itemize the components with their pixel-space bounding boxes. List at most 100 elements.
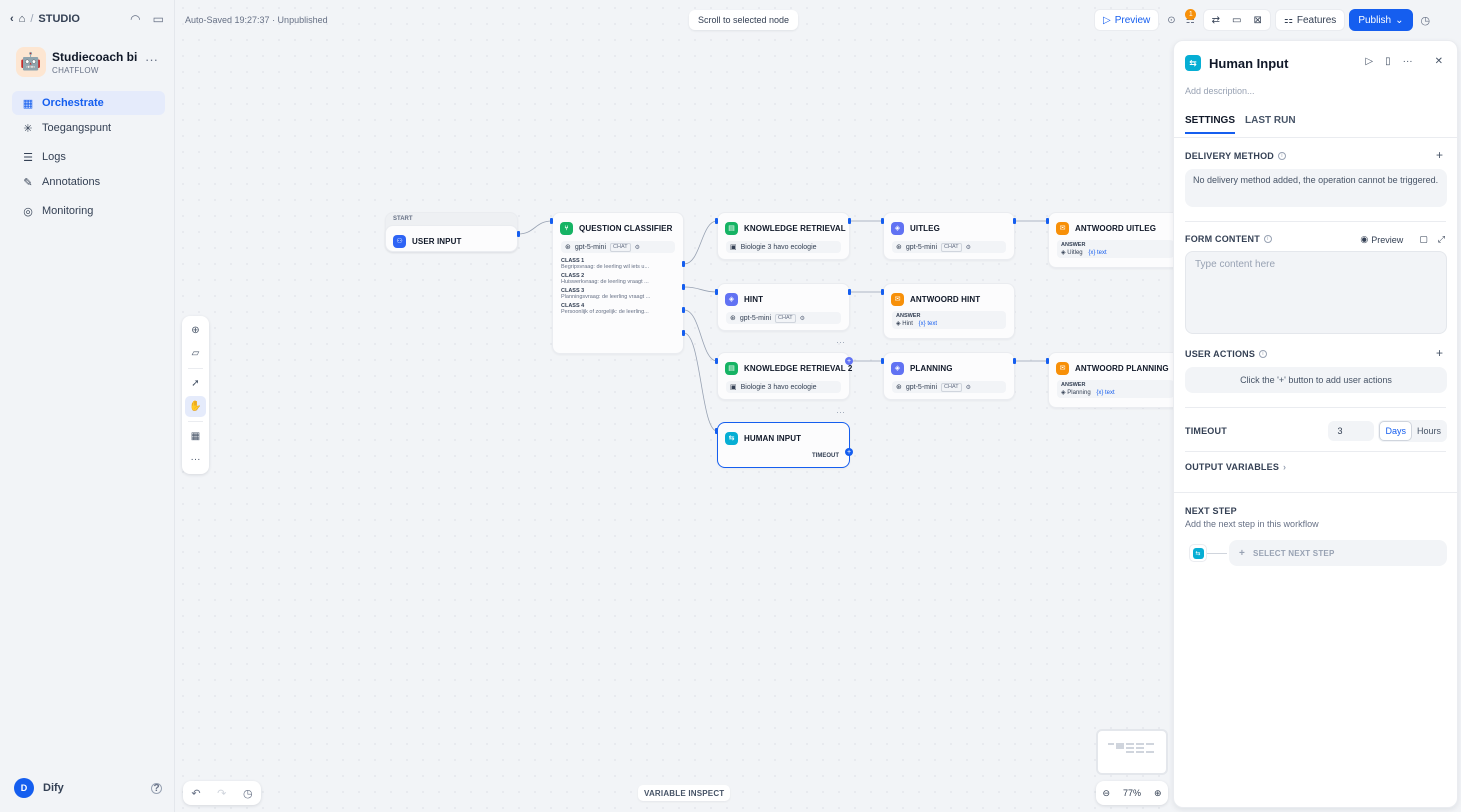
node-handle[interactable] [715,428,718,434]
publish-button[interactable]: Publish ⌄ [1349,9,1413,31]
back-chevron-icon[interactable]: ‹ [10,13,14,25]
node-antwoord-uitleg[interactable]: ✉ ANTWOORD UITLEG ANSWER ◈ Uitleg {x} te… [1048,212,1173,268]
node-handle[interactable] [1013,218,1016,224]
unit-hours[interactable]: Hours [1412,421,1446,441]
panel-title[interactable]: Human Input [1209,56,1288,71]
node-knowledge-retrieval[interactable]: ▤ KNOWLEDGE RETRIEVAL ▣ Biologie 3 havo … [717,212,850,260]
add-node-handle[interactable]: + [845,357,853,365]
run-node-icon[interactable]: ▷ [1365,56,1373,67]
more-icon[interactable]: ··· [145,52,158,67]
info-icon[interactable]: i [1263,235,1272,243]
code-icon[interactable]: ⊠ [1253,15,1261,26]
zoom-level[interactable]: 77% [1123,788,1141,798]
node-human-input[interactable]: ⇆ HUMAN INPUT TIMEOUT [717,422,850,468]
user-account[interactable]: D Dify ? [14,778,162,798]
dataset-icon: ▣ [730,244,737,251]
more-icon[interactable]: ··· [185,449,206,470]
dataset-icon: ▣ [730,384,737,391]
variable-inspect-button[interactable]: VARIABLE INSPECT [638,785,731,801]
add-user-action-icon[interactable]: + [1436,346,1443,360]
close-icon[interactable]: ✕ [1435,56,1443,67]
minimap[interactable] [1096,729,1168,775]
undo-icon[interactable]: ↶ [191,787,200,800]
node-handle[interactable] [848,218,851,224]
sidebar-item-logs[interactable]: ☰ Logs [12,145,165,169]
node-start[interactable]: START ⚇ USER INPUT [385,212,518,252]
info-icon[interactable]: i [1278,152,1287,160]
node-uitleg[interactable]: ◈ UITLEG ⊛ gpt-5-mini CHAT ⚙ [883,212,1015,260]
node-handle[interactable] [715,358,718,364]
pointer-icon[interactable]: ➚ [185,373,206,394]
node-more-icon[interactable]: ··· [836,337,845,347]
select-next-step-button[interactable]: + SELECT NEXT STEP [1229,540,1447,566]
variables-icon[interactable]: ▭ [1232,15,1241,26]
run-history-icon[interactable]: ⇄ [1212,15,1220,26]
node-handle[interactable] [1046,358,1049,364]
node-handle[interactable] [682,261,685,267]
expand-icon[interactable]: ⤢ [1438,234,1445,245]
node-question-classifier[interactable]: ⑂ QUESTION CLASSIFIER ⊛ gpt-5-mini CHAT … [552,212,684,354]
workflow-canvas[interactable]: Auto-Saved 19:27:37 · Unpublished Scroll… [175,0,1173,812]
version-history-icon[interactable]: ◷ [1421,14,1431,27]
add-note-icon[interactable]: ▱ [185,343,206,364]
features-button[interactable]: ⚏ Features [1274,9,1346,31]
tab-last-run[interactable]: LAST RUN [1245,115,1296,134]
home-icon[interactable]: ⌂ [19,13,26,25]
node-user-input[interactable]: ⚇ USER INPUT [385,225,518,252]
settings-icon: ⚙ [799,315,805,322]
more-icon[interactable]: ··· [1403,56,1413,67]
node-handle[interactable] [881,358,884,364]
output-variables-toggle[interactable]: OUTPUT VARIABLES › [1185,462,1286,472]
redo-icon[interactable]: ↷ [217,787,226,800]
sidebar-item-monitoring[interactable]: ◎ Monitoring [12,199,165,223]
clipboard-icon[interactable]: ▢ [1419,234,1428,245]
zoom-controls: ⊖ 77% ⊕ [1096,781,1168,805]
node-handle[interactable] [517,231,520,237]
timeout-input[interactable]: 3 [1328,421,1375,441]
node-handle[interactable] [881,289,884,295]
description-input[interactable]: Add description... [1185,86,1255,96]
help-icon[interactable]: ? [151,782,162,794]
node-handle[interactable] [682,330,685,336]
organize-icon[interactable]: ▦ [185,426,206,447]
node-more-icon[interactable]: ··· [836,407,845,417]
zoom-in-icon[interactable]: ⊕ [1154,788,1162,799]
settings-icon: ⚙ [634,244,640,251]
sidebar-item-annotations[interactable]: ✎ Annotations [12,170,165,194]
add-node-icon[interactable]: ⊕ [185,320,206,341]
node-handle[interactable] [682,307,685,313]
node-antwoord-planning[interactable]: ✉ ANTWOORD PLANNING ANSWER ◈ Planning {x… [1048,352,1173,408]
app-card[interactable]: 🤖 Studiecoach bi... CHATFLOW ··· [16,46,166,78]
sidebar-item-toegangspunt[interactable]: ✳ Toegangspunt [12,116,165,140]
split-view-icon[interactable]: ▯ [1385,56,1391,67]
node-handle[interactable] [1013,358,1016,364]
node-antwoord-hint[interactable]: ✉ ANTWOORD HINT ANSWER ◈ Hint {x} text [883,283,1015,339]
node-handle[interactable] [881,218,884,224]
node-handle[interactable] [550,218,553,224]
node-knowledge-retrieval-2[interactable]: ▤ KNOWLEDGE RETRIEVAL 2 ▣ Biologie 3 hav… [717,352,852,400]
sidebar-toggle-icon[interactable]: ▭ [153,12,164,26]
add-node-handle[interactable]: + [845,448,853,456]
zoom-out-icon[interactable]: ⊖ [1102,788,1110,799]
node-planning[interactable]: ◈ PLANNING ⊛ gpt-5-mini CHAT ⚙ [883,352,1015,400]
headset-icon[interactable]: ◠ [130,12,140,26]
info-icon[interactable]: i [1259,350,1268,358]
node-handle[interactable] [848,289,851,295]
node-handle[interactable] [715,218,718,224]
node-handle[interactable] [682,284,685,290]
timeout-row: TIMEOUT 3 Days Hours [1185,420,1447,442]
history-icon[interactable]: ◷ [243,787,253,800]
hand-icon[interactable]: ✋ [185,396,206,417]
unit-days[interactable]: Days [1379,421,1412,441]
add-delivery-method-icon[interactable]: + [1436,148,1443,162]
sidebar-item-orchestrate[interactable]: ▦ Orchestrate [12,91,165,115]
node-handle[interactable] [715,289,718,295]
breadcrumb-studio[interactable]: STUDIO [38,13,80,25]
form-content-textarea[interactable]: Type content here [1185,251,1447,334]
tab-settings[interactable]: SETTINGS [1185,115,1236,134]
form-preview-button[interactable]: ◉ Preview [1360,234,1403,245]
node-handle[interactable] [1046,218,1049,224]
node-hint[interactable]: ◈ HINT ⊛ gpt-5-mini CHAT ⚙ [717,283,850,331]
preview-button[interactable]: ▷ Preview [1094,9,1160,31]
env-icon[interactable]: ⊙ [1167,15,1175,26]
